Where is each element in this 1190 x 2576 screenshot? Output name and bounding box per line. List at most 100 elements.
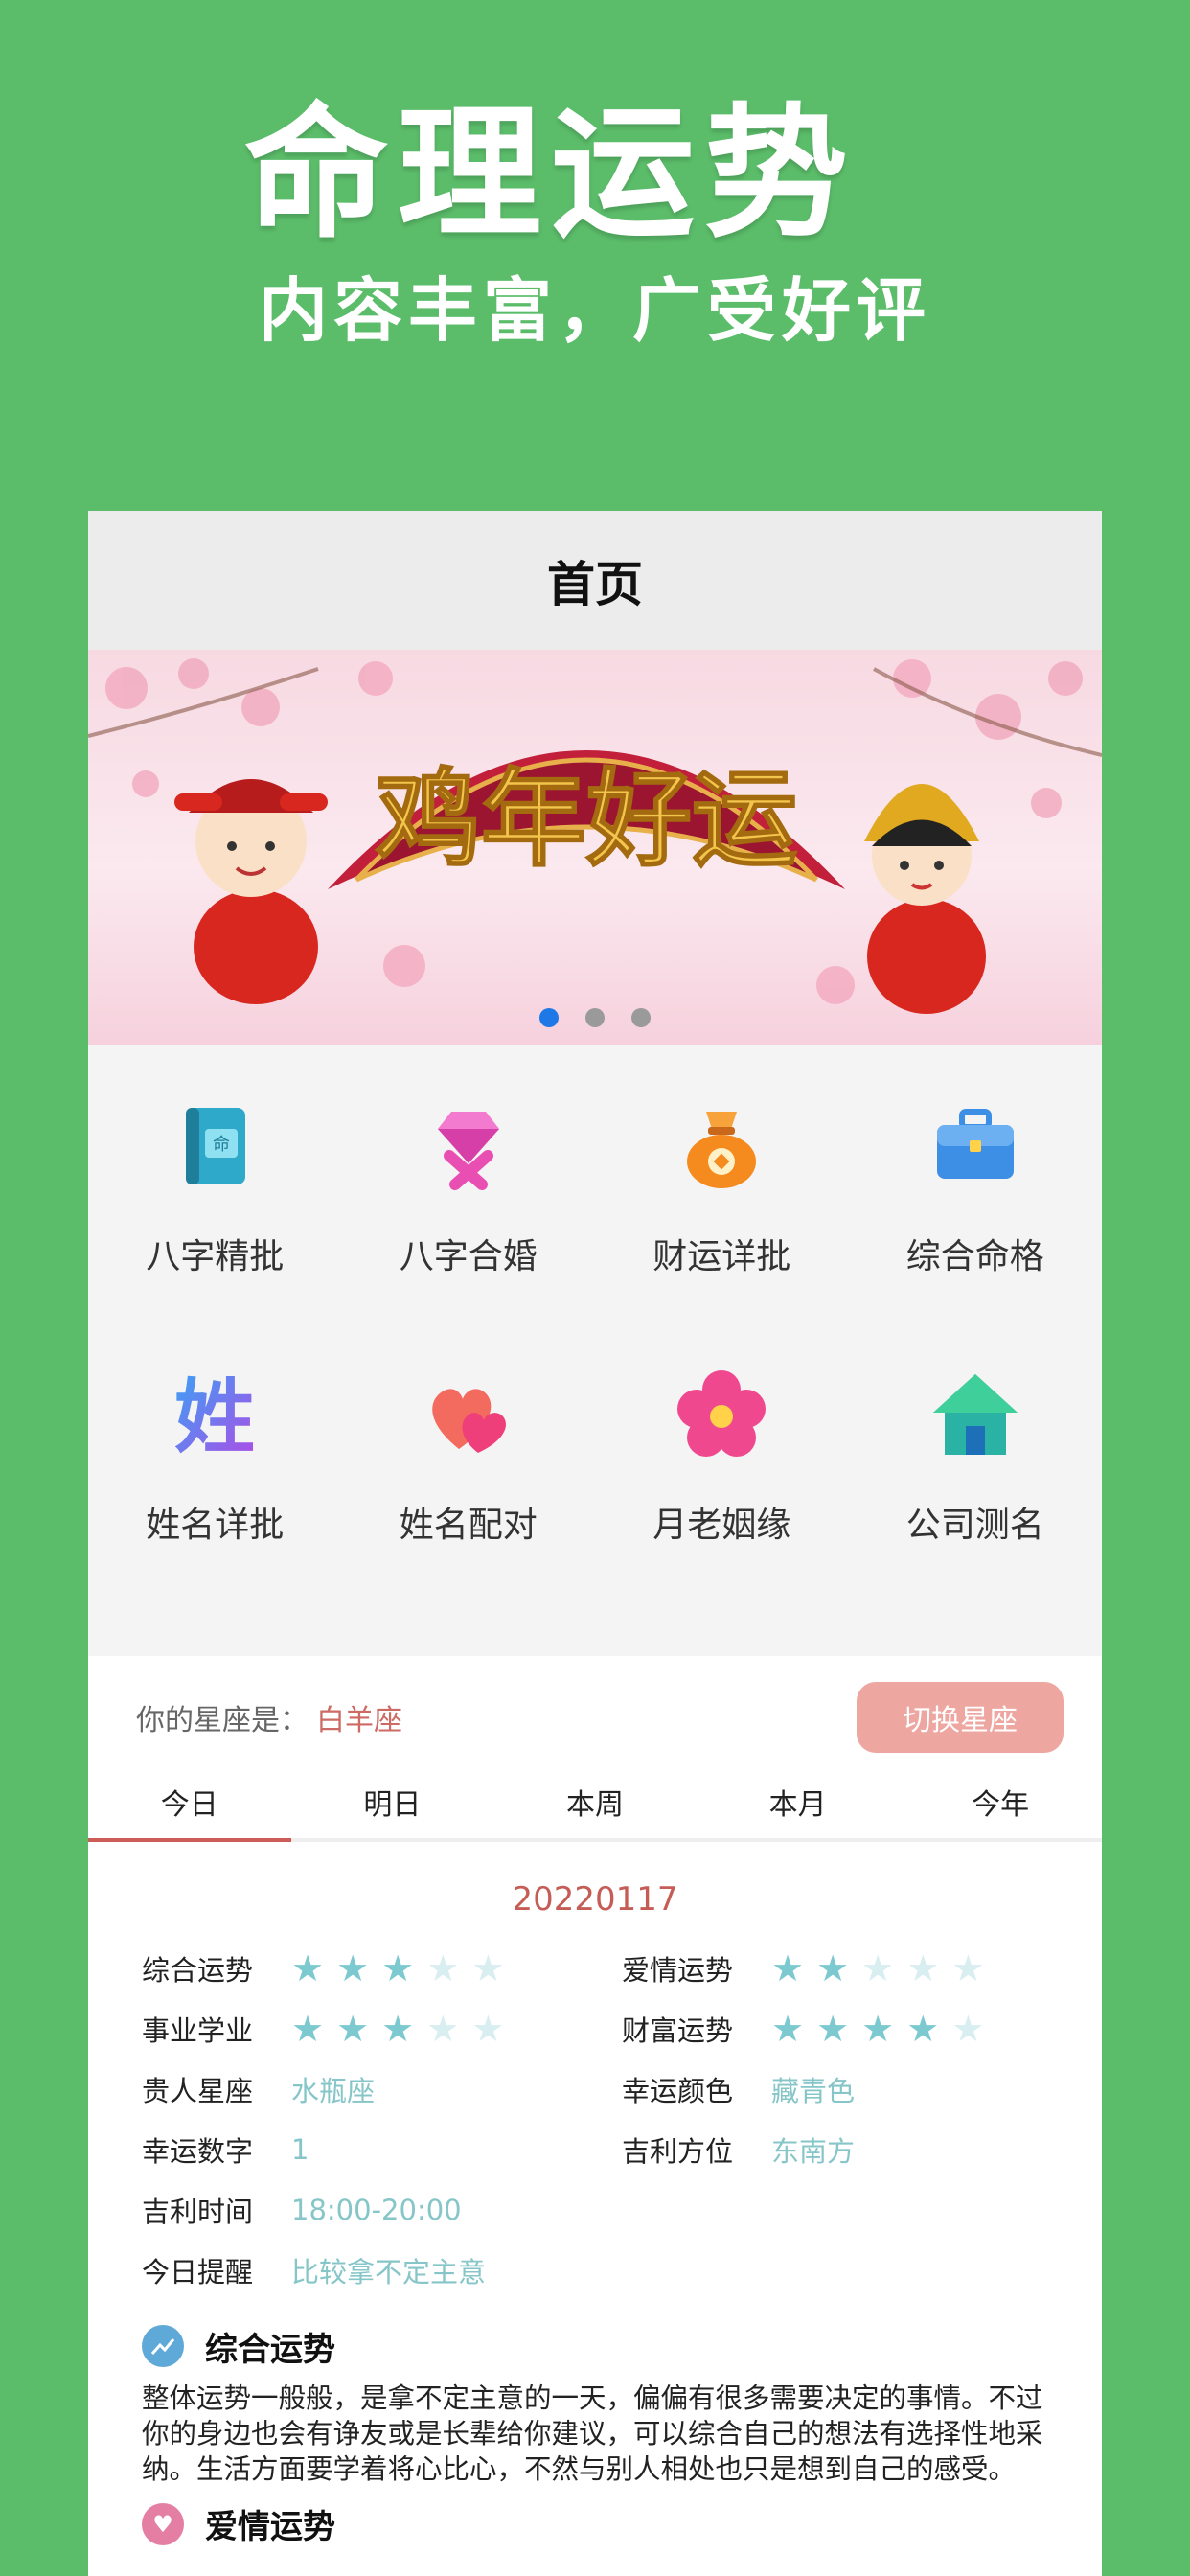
info-label: 贵人星座: [142, 2074, 254, 2107]
feature-label: 八字合婚: [399, 1237, 538, 1276]
section-body: 整体运势一般般，是拿不定主意的一天，偏偏有很多需要决定的事情。不过你的身边也会有…: [142, 2382, 1043, 2485]
overall-fortune-section: 综合运势 整体运势一般般，是拿不定主意的一天，偏偏有很多需要决定的事情。不过你的…: [88, 2300, 1102, 2547]
feature-label: 月老姻缘: [652, 1506, 791, 1545]
diamond-ribbon-icon: [437, 1112, 499, 1190]
noble-sign-value: 水瓶座: [291, 2074, 376, 2107]
star-filled-icon: ★: [906, 2007, 940, 2050]
feature-name-detail[interactable]: 姓 姓名详批: [88, 1368, 342, 1635]
info-label: 吉利方位: [622, 2134, 734, 2168]
page-title: 首页: [547, 556, 643, 612]
fortune-details: 综合运势 ★ ★ ★ ★ ★ 爱情运势 ★ ★ ★ ★ ★ 事业学业 ★ ★ ★ ★ ★ 财富运势 ★ ★…: [88, 1938, 1102, 2300]
career-stars: ★ ★ ★ ★ ★: [291, 2010, 504, 2048]
lucky-time-value: 18:00-20:00: [291, 2193, 462, 2226]
money-bag-icon: [687, 1112, 757, 1188]
briefcase-icon: [936, 1109, 1014, 1179]
period-tabs: 今日 明日 本周 本月 今年: [88, 1779, 1102, 1842]
navbar: 首页: [88, 511, 1102, 650]
tab-year[interactable]: 今年: [899, 1779, 1102, 1838]
bride-figure: [864, 784, 986, 1014]
promo-subtitle: 内容丰富，广受好评: [258, 269, 931, 351]
banner-headline: 鸡年好运: [376, 757, 797, 881]
lucky-number-value: 1: [291, 2132, 309, 2166]
feature-label: 财运详批: [652, 1237, 791, 1276]
feature-name-match[interactable]: 姓名配对: [342, 1368, 596, 1635]
feature-destiny[interactable]: 综合命格: [849, 1100, 1103, 1368]
horoscope-panel: 你的星座是： 白羊座 切换星座 今日 明日 本周 本月 今年 20220117 …: [88, 1656, 1102, 2576]
star-empty-icon: ★: [861, 1946, 895, 1990]
star-filled-icon: ★: [381, 1946, 415, 1990]
feature-label: 公司测名: [905, 1506, 1044, 1545]
banner-image: 鸡年好运: [88, 658, 1102, 1014]
banner-carousel[interactable]: 鸡年好运: [88, 650, 1102, 1045]
rating-label: 财富运势: [622, 2013, 734, 2047]
star-empty-icon: ★: [471, 2007, 505, 2050]
star-filled-icon: ★: [771, 1946, 805, 1990]
lucky-color-value: 藏青色: [771, 2074, 856, 2107]
feature-grid: 命 八字精批 八字合婚 财运详批 综合命格 姓 姓名详批 姓名配对 月老姻缘 公…: [88, 1045, 1102, 1656]
info-label: 幸运颜色: [622, 2074, 734, 2107]
sign-name: 白羊座: [316, 1704, 402, 1737]
star-empty-icon: ★: [426, 2007, 460, 2050]
feature-label: 姓名详批: [146, 1506, 285, 1545]
rating-label: 事业学业: [142, 2013, 254, 2047]
flower-icon: [677, 1370, 767, 1457]
sign-row: 你的星座是： 白羊座 切换星座: [88, 1656, 1102, 1779]
tab-month[interactable]: 本月: [697, 1779, 900, 1838]
section-title: 爱情运势: [205, 2508, 335, 2546]
feature-company-name[interactable]: 公司测名: [849, 1368, 1103, 1635]
house-icon: [932, 1374, 1018, 1455]
carousel-indicator[interactable]: [88, 1008, 1102, 1027]
star-filled-icon: ★: [336, 1946, 370, 1990]
book-icon: 命: [186, 1108, 246, 1184]
star-filled-icon: ★: [816, 1946, 850, 1990]
info-label: 今日提醒: [142, 2255, 254, 2288]
love-stars: ★ ★ ★ ★ ★: [771, 1949, 984, 1988]
star-empty-icon: ★: [951, 1946, 985, 1990]
feature-matchmaker[interactable]: 月老姻缘: [595, 1368, 849, 1635]
tab-week[interactable]: 本周: [493, 1779, 697, 1838]
svg-text:姓: 姓: [174, 1370, 255, 1460]
rating-label: 爱情运势: [622, 1953, 734, 1987]
star-empty-icon: ★: [471, 1946, 505, 1990]
carousel-dot-2[interactable]: [585, 1008, 605, 1027]
carousel-dot-1[interactable]: [539, 1008, 559, 1027]
tab-today[interactable]: 今日: [88, 1779, 291, 1842]
star-filled-icon: ★: [291, 1946, 325, 1990]
star-filled-icon: ★: [291, 2007, 325, 2050]
today-tip-value: 比较拿不定主意: [291, 2255, 487, 2288]
chart-trend-icon: [142, 2325, 184, 2367]
sign-prefix: 你的星座是：: [136, 1704, 309, 1737]
info-label: 吉利时间: [142, 2195, 254, 2228]
carousel-dot-3[interactable]: [631, 1008, 651, 1027]
rating-label: 综合运势: [142, 1953, 254, 1987]
promo-title: 命理运势: [243, 89, 858, 258]
star-empty-icon: ★: [906, 1946, 940, 1990]
heart-icon: ♥: [142, 2502, 184, 2545]
lucky-direction-value: 东南方: [771, 2134, 856, 2168]
god-of-wealth-figure: [174, 779, 328, 1004]
love-fortune-section: ♥ 爱情运势: [142, 2500, 1048, 2547]
info-label: 幸运数字: [142, 2134, 254, 2168]
star-filled-icon: ★: [861, 2007, 895, 2050]
star-filled-icon: ★: [381, 2007, 415, 2050]
feature-label: 姓名配对: [399, 1506, 538, 1545]
svg-text:命: 命: [213, 1135, 230, 1155]
switch-sign-button[interactable]: 切换星座: [857, 1682, 1064, 1753]
wealth-stars: ★ ★ ★ ★ ★: [771, 2010, 984, 2048]
star-empty-icon: ★: [951, 2007, 985, 2050]
overall-stars: ★ ★ ★ ★ ★: [291, 1949, 504, 1988]
feature-label: 八字精批: [146, 1237, 285, 1276]
tab-tomorrow[interactable]: 明日: [291, 1779, 494, 1838]
feature-label: 综合命格: [905, 1237, 1044, 1276]
name-glyph-icon: 姓: [174, 1370, 255, 1460]
app-screen: 首页 鸡年好运 命 八字精批 八字合婚 财运详批 综合命格 姓 姓名详批 姓名配…: [88, 511, 1102, 2576]
hearts-icon: [432, 1389, 506, 1453]
star-filled-icon: ★: [771, 2007, 805, 2050]
star-filled-icon: ★: [336, 2007, 370, 2050]
section-title: 综合运势: [205, 2330, 335, 2369]
star-filled-icon: ★: [816, 2007, 850, 2050]
feature-wealth[interactable]: 财运详批: [595, 1100, 849, 1368]
feature-bazi-marriage[interactable]: 八字合婚: [342, 1100, 596, 1368]
feature-bazi-detail[interactable]: 命 八字精批: [88, 1100, 342, 1368]
horoscope-date: 20220117: [512, 1880, 678, 1919]
